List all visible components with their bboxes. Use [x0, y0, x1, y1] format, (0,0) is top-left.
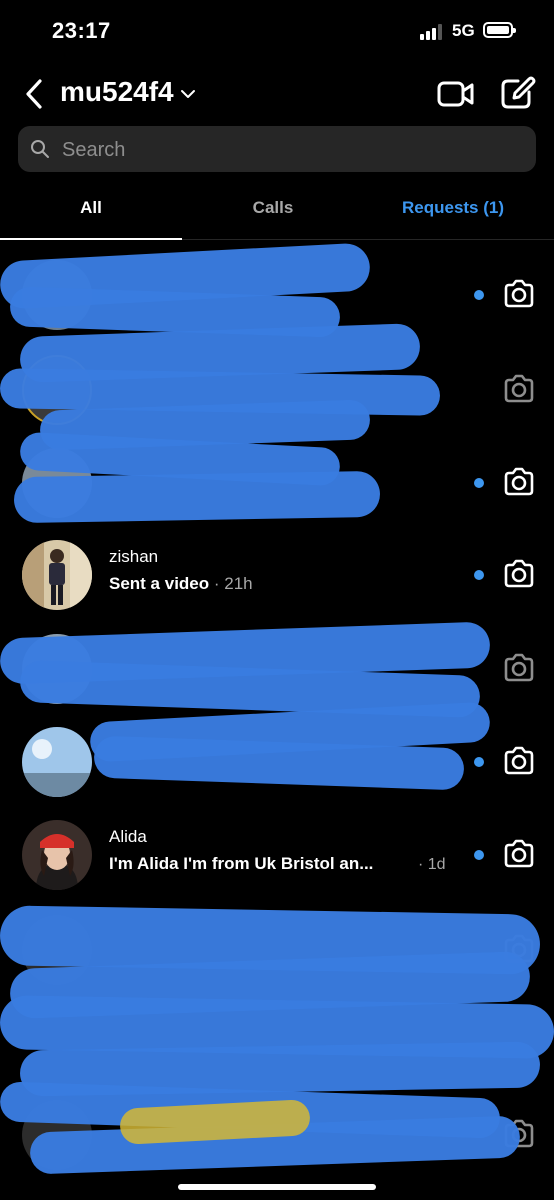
- camera-button[interactable]: [502, 373, 536, 405]
- camera-button[interactable]: [502, 278, 536, 310]
- header: mu524f4: [0, 68, 554, 122]
- compose-icon: [501, 76, 536, 109]
- home-indicator: [178, 1184, 376, 1190]
- unread-dot: [474, 570, 484, 580]
- unread-dot: [474, 757, 484, 767]
- camera-icon: [504, 746, 534, 775]
- camera-icon: [504, 374, 534, 403]
- message-time: · 21h: [213, 574, 253, 593]
- unread-dot: [474, 478, 484, 488]
- camera-icon: [504, 279, 534, 308]
- camera-button[interactable]: [502, 652, 536, 684]
- tab-calls[interactable]: Calls: [182, 180, 364, 238]
- search-input[interactable]: [60, 126, 524, 174]
- back-chevron-icon: [26, 79, 42, 109]
- camera-icon: [504, 839, 534, 868]
- camera-button[interactable]: [502, 558, 536, 590]
- tab-requests[interactable]: Requests (1): [362, 180, 544, 238]
- message-time: · 1d: [418, 856, 446, 873]
- status-time: 23:17: [52, 18, 111, 43]
- conversation-username: zishan: [109, 547, 159, 566]
- conversation-row-zishan[interactable]: zishan Sent a video · 21h: [0, 530, 554, 620]
- video-call-button[interactable]: [436, 78, 476, 110]
- avatar: [22, 540, 92, 610]
- camera-icon: [504, 653, 534, 682]
- chevron-down-icon: [180, 90, 195, 98]
- tab-all[interactable]: All: [0, 180, 182, 240]
- conversation-preview: Sent a video · 21h: [109, 574, 253, 594]
- camera-icon: [504, 467, 534, 496]
- new-message-button[interactable]: [498, 76, 538, 112]
- camera-button[interactable]: [502, 466, 536, 498]
- search-bar[interactable]: [18, 126, 536, 174]
- inbox-tabs: All Calls Requests (1): [0, 180, 554, 240]
- network-type: 5G: [452, 21, 475, 40]
- account-name: mu524f4: [60, 76, 174, 107]
- avatar: [22, 727, 92, 797]
- direct-messages-screen: 23:17 5G mu524f4 Search All Calls Reques…: [0, 0, 554, 1200]
- message-preview: Sent a video: [109, 574, 210, 593]
- battery-icon: [483, 22, 516, 38]
- unread-dot: [474, 290, 484, 300]
- avatar: [22, 820, 92, 890]
- signal-strength-icon: [420, 24, 446, 40]
- account-switcher[interactable]: mu524f4: [60, 76, 196, 108]
- conversation-row-alida[interactable]: Alida I'm Alida I'm from Uk Bristol an..…: [0, 810, 554, 900]
- search-icon: [31, 140, 49, 158]
- camera-button[interactable]: [502, 838, 536, 870]
- conversation-username: Alida: [109, 827, 147, 846]
- camera-icon: [504, 559, 534, 588]
- message-preview: I'm Alida I'm from Uk Bristol an...: [109, 854, 374, 873]
- video-camera-icon: [437, 81, 474, 107]
- back-button[interactable]: [20, 76, 52, 112]
- status-bar: 23:17 5G: [0, 0, 554, 64]
- unread-dot: [474, 850, 484, 860]
- camera-button[interactable]: [502, 745, 536, 777]
